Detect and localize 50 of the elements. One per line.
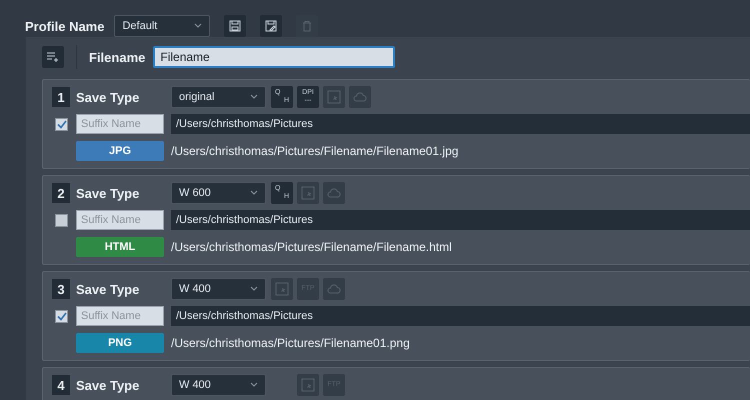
size-dropdown[interactable]: original bbox=[171, 86, 266, 108]
trash-icon bbox=[301, 20, 314, 32]
list-add-icon bbox=[46, 51, 60, 63]
suffix-field[interactable]: Suffix Name bbox=[76, 210, 164, 230]
size-dropdown[interactable]: W 400 bbox=[171, 278, 266, 300]
cloud-icon bbox=[327, 284, 341, 294]
caret-icon bbox=[250, 382, 258, 388]
suffix-field[interactable]: Suffix Name bbox=[76, 306, 164, 326]
cloud-icon bbox=[353, 92, 367, 102]
profile-dropdown[interactable]: Default bbox=[114, 15, 210, 37]
folder-path-field[interactable]: /Users/christhomas/Pictures bbox=[171, 210, 750, 230]
save-as-button[interactable] bbox=[260, 15, 282, 37]
save-type-label: Save Type bbox=[76, 378, 140, 392]
save-icon bbox=[229, 20, 242, 32]
caret-icon bbox=[250, 94, 258, 100]
output-number: 4 bbox=[52, 375, 70, 395]
output-number: 1 bbox=[52, 87, 70, 107]
output-number: 2 bbox=[52, 183, 70, 203]
caret-icon bbox=[194, 23, 202, 29]
format-button[interactable]: HTML bbox=[76, 237, 164, 257]
format-button[interactable]: JPG bbox=[76, 141, 164, 161]
caret-icon bbox=[250, 286, 258, 292]
output-path: /Users/christhomas/Pictures/Filename/Filename01.jpg bbox=[171, 144, 458, 158]
include-checkbox[interactable] bbox=[55, 310, 68, 322]
save-type-label: Save Type bbox=[76, 90, 140, 104]
add-list-button[interactable] bbox=[42, 46, 64, 68]
include-checkbox[interactable] bbox=[55, 118, 68, 130]
filename-label: Filename bbox=[89, 50, 146, 64]
size-dropdown[interactable]: W 600 bbox=[171, 182, 266, 204]
profile-name-label: Profile Name bbox=[25, 18, 104, 34]
size-dropdown[interactable]: W 400 bbox=[171, 374, 266, 396]
save-as-icon bbox=[265, 20, 278, 32]
folder-path-field[interactable]: /Users/christhomas/Pictures bbox=[171, 114, 750, 134]
save-type-label: Save Type bbox=[76, 282, 140, 296]
filename-field[interactable]: Filename bbox=[153, 46, 396, 68]
image-frame-icon bbox=[301, 186, 315, 200]
image-frame-icon bbox=[275, 282, 289, 296]
output-path: /Users/christhomas/Pictures/Filename/Filename.html bbox=[171, 240, 452, 254]
folder-path-field[interactable]: /Users/christhomas/Pictures bbox=[171, 306, 750, 326]
format-button[interactable]: PNG bbox=[76, 333, 164, 353]
image-frame-icon bbox=[327, 90, 341, 104]
output-path: /Users/christhomas/Pictures/Filename01.png bbox=[171, 336, 410, 350]
caret-icon bbox=[250, 190, 258, 196]
save-type-label: Save Type bbox=[76, 186, 140, 200]
include-checkbox[interactable] bbox=[55, 214, 68, 226]
cloud-icon bbox=[327, 188, 341, 198]
suffix-field[interactable]: Suffix Name bbox=[76, 114, 164, 134]
image-frame-icon bbox=[301, 378, 315, 392]
output-number: 3 bbox=[52, 279, 70, 299]
save-button[interactable] bbox=[224, 15, 246, 37]
